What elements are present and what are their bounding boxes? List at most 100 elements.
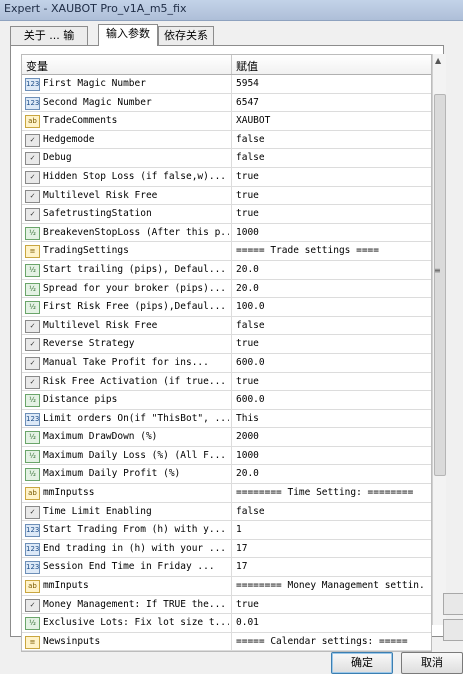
table-row[interactable]: ✓ Hidden Stop Loss (if false,w)... true [22, 167, 431, 187]
table-row[interactable]: ✓ Manual Take Profit for ins... 600.0 [22, 353, 431, 373]
table-row[interactable]: ½ Start trailing (pips), Defaul... 20.0 [22, 260, 431, 280]
param-value[interactable]: 1000 [236, 447, 426, 465]
table-row[interactable]: ½ Maximum Daily Loss (%) (All F... 1000 [22, 446, 431, 466]
table-row[interactable]: 123 Start Trading From (h) with y... 1 [22, 521, 431, 540]
table-row[interactable]: 123 Session End Time in Friday ... 17 [22, 558, 431, 578]
param-name: TradeComments [43, 115, 118, 127]
param-type-icon: 123 [25, 542, 40, 556]
param-value[interactable]: 1 [236, 521, 426, 539]
parameters-table: 变量 赋值 123 First Magic Number 5954 123 Second… [21, 54, 432, 653]
table-row[interactable]: ✓ Time Limit Enabling false [22, 502, 431, 522]
param-name: Risk Free Activation (if true... [43, 375, 227, 387]
param-type-icon: ✓ [25, 170, 40, 184]
table-row[interactable]: ab mmInputs ======== Money Management sett… [22, 577, 431, 596]
table-row[interactable]: ≡ Newsinputs ===== Calendar settings: ====… [22, 632, 431, 652]
param-type-icon: ✓ [25, 208, 40, 222]
param-type-icon: ½ [25, 301, 40, 315]
param-name: Money Management: If TRUE the... [43, 598, 227, 610]
param-value[interactable]: XAUBOT [236, 112, 426, 130]
grip-icon: ≡ [434, 266, 441, 275]
param-type-icon: ≡ [25, 245, 40, 259]
param-value[interactable]: 17 [236, 540, 426, 558]
param-name: Multilevel Risk Free [43, 319, 158, 331]
table-body: 123 First Magic Number 5954 123 Second Magic… [22, 75, 431, 652]
param-value[interactable]: 20.0 [236, 261, 426, 279]
param-name: TradingSettings [43, 245, 129, 257]
param-value[interactable]: false [236, 503, 426, 521]
table-row[interactable]: ✓ Reverse Strategy true [22, 335, 431, 354]
table-row[interactable]: ½ First Risk Free (pips),Defaul... 100.0 [22, 298, 431, 317]
param-name: Maximum DrawDown (%) [43, 431, 158, 443]
table-row[interactable]: ✓ SafetrustingStation true [22, 205, 431, 224]
table-row[interactable]: ½ Distance pips 600.0 [22, 391, 431, 410]
param-value[interactable]: 100.0 [236, 298, 426, 316]
param-value[interactable]: ===== Calendar settings: ===== [236, 633, 426, 651]
table-row[interactable]: ½ Maximum DrawDown (%) 2000 [22, 428, 431, 447]
table-row[interactable]: ½ Exclusive Lots: Fix lot size t... 0.01 [22, 614, 431, 633]
param-name: mmInputss [43, 487, 95, 499]
param-type-icon: ½ [25, 282, 40, 296]
param-value[interactable]: 20.0 [236, 465, 426, 483]
tab-dependencies[interactable]: 依存关系 [158, 26, 214, 45]
table-row[interactable]: ✓ Debug false [22, 149, 431, 168]
param-type-icon: ✓ [25, 133, 40, 147]
table-row[interactable]: 123 Limit orders On(if "ThisBot", ... This [22, 409, 431, 429]
param-name: mmInputs [43, 580, 89, 592]
table-row[interactable]: ✓ Multilevel Risk Free false [22, 316, 431, 336]
param-type-icon: ½ [25, 468, 40, 482]
tab-about[interactable]: 关于 ... 输 [10, 26, 88, 45]
table-row[interactable]: ab TradeComments XAUBOT [22, 112, 431, 131]
param-value[interactable]: 1000 [236, 224, 426, 242]
side-button-upper[interactable] [443, 593, 463, 615]
scroll-up-arrow-icon[interactable]: ▲ [435, 56, 441, 65]
param-value[interactable]: 0.01 [236, 614, 426, 632]
cancel-button[interactable]: 取消 [401, 652, 463, 674]
table-row[interactable]: 123 End trading in (h) with your ... 17 [22, 539, 431, 559]
vertical-scrollbar[interactable]: ▲ ≡ [432, 54, 446, 625]
param-value[interactable]: 600.0 [236, 391, 426, 409]
table-row[interactable]: ½ Maximum Daily Profit (%) 20.0 [22, 465, 431, 485]
scroll-thumb[interactable] [434, 94, 446, 476]
param-value[interactable]: true [236, 205, 426, 223]
table-row[interactable]: 123 Second Magic Number 6547 [22, 93, 431, 113]
param-value[interactable]: 5954 [236, 75, 426, 93]
param-type-icon: ½ [25, 449, 40, 463]
param-value[interactable]: true [236, 187, 426, 205]
param-value[interactable]: false [236, 149, 426, 167]
table-row[interactable]: ≡ TradingSettings ===== Trade settings ===… [22, 242, 431, 261]
param-value[interactable]: false [236, 131, 426, 149]
param-value[interactable]: true [236, 168, 426, 186]
table-row[interactable]: 123 First Magic Number 5954 [22, 75, 431, 94]
param-value[interactable]: true [236, 596, 426, 614]
ok-button[interactable]: 确定 [331, 652, 393, 674]
table-row[interactable]: ✓ Money Management: If TRUE the... true [22, 595, 431, 615]
table-row[interactable]: ½ BreakevenStopLoss (After this p... 1000 [22, 223, 431, 243]
param-value[interactable]: 20.0 [236, 280, 426, 298]
param-value[interactable]: 17 [236, 558, 426, 576]
inputs-panel: 变量 赋值 123 First Magic Number 5954 123 Second… [10, 45, 446, 653]
param-value[interactable]: 600.0 [236, 354, 426, 372]
param-value[interactable]: 2000 [236, 428, 426, 446]
param-value[interactable]: ===== Trade settings ==== [236, 242, 426, 260]
param-value[interactable]: ======== Time Setting: ======== [236, 484, 426, 502]
table-row[interactable]: ✓ Risk Free Activation (if true... true [22, 372, 431, 392]
column-header-value[interactable]: 赋值 [236, 58, 258, 74]
param-value[interactable]: false [236, 317, 426, 335]
param-value[interactable]: true [236, 335, 426, 353]
param-type-icon: ½ [25, 226, 40, 240]
param-name: Start trailing (pips), Defaul... [43, 263, 227, 275]
param-name: BreakevenStopLoss (After this p... [43, 226, 229, 238]
table-row[interactable]: ✓ Hedgemode false [22, 130, 431, 150]
table-row[interactable]: ab mmInputss ======== Time Setting: ======… [22, 484, 431, 503]
param-type-icon: ✓ [25, 375, 40, 389]
table-row[interactable]: ✓ Multilevel Risk Free true [22, 186, 431, 206]
tab-inputs[interactable]: 输入参数 [98, 24, 158, 46]
table-header: 变量 赋值 [22, 55, 431, 75]
column-header-variable[interactable]: 变量 [26, 58, 48, 74]
side-button-lower[interactable] [443, 619, 463, 641]
param-value[interactable]: 6547 [236, 94, 426, 112]
param-value[interactable]: This [236, 410, 426, 428]
param-value[interactable]: ======== Money Management settin... [236, 577, 426, 595]
param-value[interactable]: true [236, 373, 426, 391]
table-row[interactable]: ½ Spread for your broker (pips)... 20.0 [22, 279, 431, 299]
